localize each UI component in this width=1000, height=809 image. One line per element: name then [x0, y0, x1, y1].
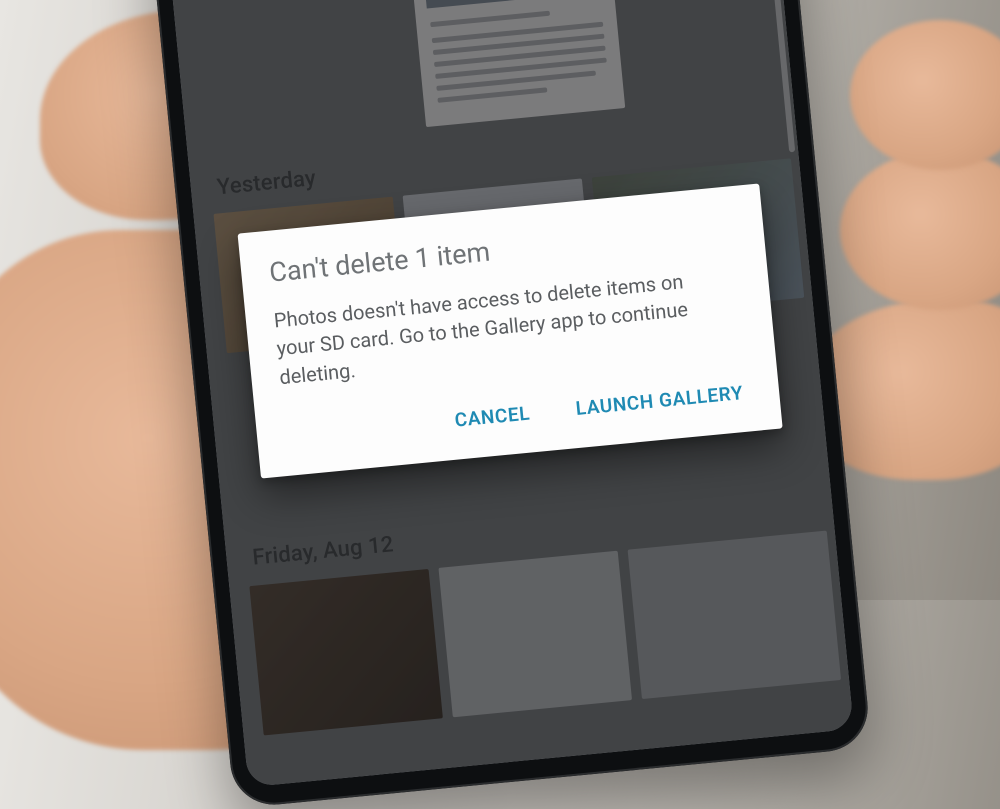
- launch-gallery-button[interactable]: LAUNCH GALLERY: [568, 373, 751, 429]
- cancel-button[interactable]: CANCEL: [447, 393, 538, 440]
- hand-finger: [840, 150, 1000, 310]
- dialog-body: Photos doesn't have access to delete ite…: [273, 265, 709, 391]
- hand-finger: [850, 20, 1000, 170]
- permission-dialog: Can't delete 1 item Photos doesn't have …: [238, 183, 783, 478]
- phone-frame: Yesterday Friday, Aug 12 Can't delete 1 …: [148, 0, 871, 809]
- phone-screen: Yesterday Friday, Aug 12 Can't delete 1 …: [166, 0, 854, 787]
